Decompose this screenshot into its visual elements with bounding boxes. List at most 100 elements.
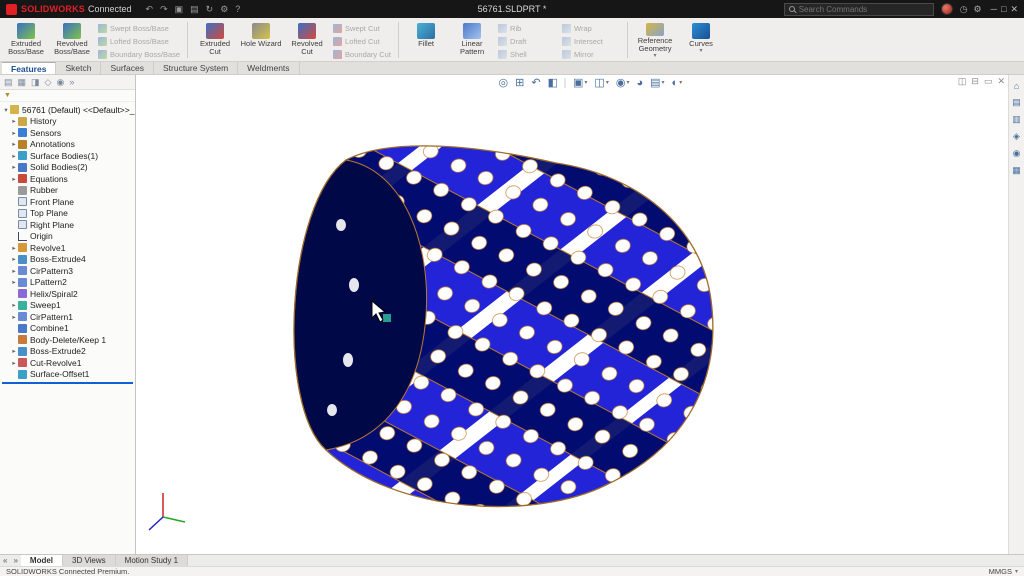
tree-item-rubber[interactable]: Rubber: [2, 185, 135, 197]
tree-item-combine1[interactable]: Combine1: [2, 323, 135, 335]
settings-gear-icon[interactable]: ⚙: [974, 4, 982, 15]
previous-view-icon[interactable]: ↶: [531, 76, 540, 89]
home-icon[interactable]: ⌂: [1014, 81, 1019, 91]
pane-minimize-icon[interactable]: ⊟: [971, 76, 979, 87]
custom-properties-icon[interactable]: ▦: [1012, 165, 1021, 176]
tree-item-cirpattern3[interactable]: ▸CirPattern3: [2, 265, 135, 277]
tab-scroll-right-icon[interactable]: »: [10, 555, 20, 566]
user-avatar[interactable]: [941, 3, 953, 15]
configuration-manager-icon[interactable]: ◨: [31, 77, 40, 88]
save-icon[interactable]: ▣: [175, 4, 184, 15]
view-palette-icon[interactable]: ◈: [1013, 131, 1020, 142]
pane-close-icon[interactable]: ✕: [997, 76, 1005, 87]
hole-wizard-button[interactable]: Hole Wizard: [239, 20, 283, 60]
tree-item-cut-revolve1[interactable]: ▸Cut-Revolve1: [2, 357, 135, 369]
close-icon[interactable]: ✕: [1008, 4, 1020, 15]
dimxpert-icon[interactable]: ◇: [45, 77, 52, 88]
tree-item-sweep1[interactable]: ▸Sweep1: [2, 300, 135, 312]
reference-geometry-button[interactable]: Reference Geometry▾: [633, 20, 677, 60]
tree-root-item[interactable]: ▾56761 (Default) <<Default>>_Display Sta…: [2, 104, 135, 116]
hide-show-items-icon[interactable]: ◉▾: [616, 76, 630, 89]
rib-button[interactable]: Rib: [496, 22, 558, 34]
display-style-icon[interactable]: ◫▾: [594, 76, 608, 89]
design-library-icon[interactable]: ▤: [1012, 97, 1021, 108]
extruded-cut-button[interactable]: Extruded Cut: [193, 20, 237, 60]
tree-item-sensors[interactable]: ▸Sensors: [2, 127, 135, 139]
tab-motion-study-1[interactable]: Motion Study 1: [116, 555, 188, 566]
rollback-bar[interactable]: [2, 382, 133, 384]
boundary-cut-button[interactable]: Boundary Cut: [331, 48, 393, 60]
chevron-down-icon[interactable]: ▾: [1015, 568, 1018, 575]
tab-weldments[interactable]: Weldments: [238, 62, 299, 74]
tree-item-surface-offset1[interactable]: Surface-Offset1: [2, 369, 135, 381]
rebuild-icon[interactable]: ↻: [206, 4, 214, 15]
tree-item-origin[interactable]: Origin: [2, 231, 135, 243]
split-view-icon[interactable]: ◫: [958, 76, 967, 87]
print-icon[interactable]: ▤: [190, 4, 199, 15]
tree-item-lpattern2[interactable]: ▸LPattern2: [2, 277, 135, 289]
tree-item-boss-extrude4[interactable]: ▸Boss-Extrude4: [2, 254, 135, 266]
expand-panel-icon[interactable]: »: [69, 77, 74, 87]
maximize-icon[interactable]: □: [999, 4, 1008, 15]
lofted-boss-base-button[interactable]: Lofted Boss/Base: [96, 35, 182, 47]
section-view-icon[interactable]: ◧: [548, 76, 558, 89]
tree-item-body-delete-keep-1[interactable]: Body-Delete/Keep 1: [2, 334, 135, 346]
revolved-boss-base-button[interactable]: Revolved Boss/Base: [50, 20, 94, 60]
tab-sketch[interactable]: Sketch: [56, 62, 101, 74]
model-canvas[interactable]: [136, 75, 1008, 554]
notifications-icon[interactable]: ◷: [960, 4, 968, 15]
tree-item-boss-extrude2[interactable]: ▸Boss-Extrude2: [2, 346, 135, 358]
undo-icon[interactable]: ↶: [146, 4, 154, 15]
tree-item-top-plane[interactable]: Top Plane: [2, 208, 135, 220]
minimize-icon[interactable]: ─: [989, 4, 999, 15]
view-settings-icon[interactable]: ◐▾: [672, 77, 683, 89]
appearances-icon[interactable]: ◉: [1013, 148, 1021, 159]
lofted-cut-button[interactable]: Lofted Cut: [331, 35, 393, 47]
graphics-viewport[interactable]: ◎⊞↶◧▣▾◫▾◉▾◕▤▾◐▾ ◫⊟▭✕: [136, 75, 1008, 554]
tree-filter-row[interactable]: ▼: [0, 90, 135, 102]
tab-3d-views[interactable]: 3D Views: [63, 555, 116, 566]
tree-item-front-plane[interactable]: Front Plane: [2, 196, 135, 208]
help-icon[interactable]: ?: [235, 4, 240, 15]
tree-item-history[interactable]: ▸History: [2, 116, 135, 128]
tree-item-annotations[interactable]: ▸Annotations: [2, 139, 135, 151]
shell-button[interactable]: Shell: [496, 48, 558, 60]
tab-scroll-left-icon[interactable]: «: [0, 555, 10, 566]
curves-button[interactable]: Curves▾: [679, 20, 723, 60]
apply-scene-icon[interactable]: ▤▾: [650, 76, 664, 89]
tab-model[interactable]: Model: [21, 555, 63, 566]
feature-tree-icon[interactable]: ▤: [4, 77, 13, 88]
swept-boss-base-button[interactable]: Swept Boss/Base: [96, 22, 182, 34]
display-manager-icon[interactable]: ◉: [56, 77, 64, 88]
redo-icon[interactable]: ↷: [160, 4, 168, 15]
tree-item-surface-bodies-1[interactable]: ▸Surface Bodies(1): [2, 150, 135, 162]
draft-button[interactable]: Draft: [496, 35, 558, 47]
tree-item-solid-bodies-2[interactable]: ▸Solid Bodies(2): [2, 162, 135, 174]
file-explorer-icon[interactable]: ▥: [1012, 114, 1021, 125]
options-icon[interactable]: ⚙: [220, 4, 228, 15]
search-input[interactable]: [799, 5, 929, 14]
mirror-button[interactable]: Mirror: [560, 48, 622, 60]
pane-restore-icon[interactable]: ▭: [984, 76, 993, 87]
tree-item-equations[interactable]: ▸Equations: [2, 173, 135, 185]
search-commands-box[interactable]: [784, 3, 934, 16]
tree-item-right-plane[interactable]: Right Plane: [2, 219, 135, 231]
swept-cut-button[interactable]: Swept Cut: [331, 22, 393, 34]
zoom-to-area-icon[interactable]: ⊞: [515, 76, 524, 89]
extruded-boss-base-button[interactable]: Extruded Boss/Base: [4, 20, 48, 60]
wrap-button[interactable]: Wrap: [560, 22, 622, 34]
linear-pattern-button[interactable]: Linear Pattern: [450, 20, 494, 60]
zoom-fit-icon[interactable]: ◎: [499, 76, 509, 89]
property-manager-icon[interactable]: ▦: [18, 77, 27, 88]
fillet-button[interactable]: Fillet: [404, 20, 448, 60]
tab-features[interactable]: Features: [2, 62, 56, 74]
revolved-cut-button[interactable]: Revolved Cut: [285, 20, 329, 60]
tab-structure-system[interactable]: Structure System: [154, 62, 238, 74]
tree-item-helix-spiral2[interactable]: Helix/Spiral2: [2, 288, 135, 300]
tree-item-cirpattern1[interactable]: ▸CirPattern1: [2, 311, 135, 323]
tree-item-revolve1[interactable]: ▸Revolve1: [2, 242, 135, 254]
boundary-boss-base-button[interactable]: Boundary Boss/Base: [96, 48, 182, 60]
units-value[interactable]: MMGS: [989, 567, 1012, 576]
intersect-button[interactable]: Intersect: [560, 35, 622, 47]
tab-surfaces[interactable]: Surfaces: [101, 62, 154, 74]
